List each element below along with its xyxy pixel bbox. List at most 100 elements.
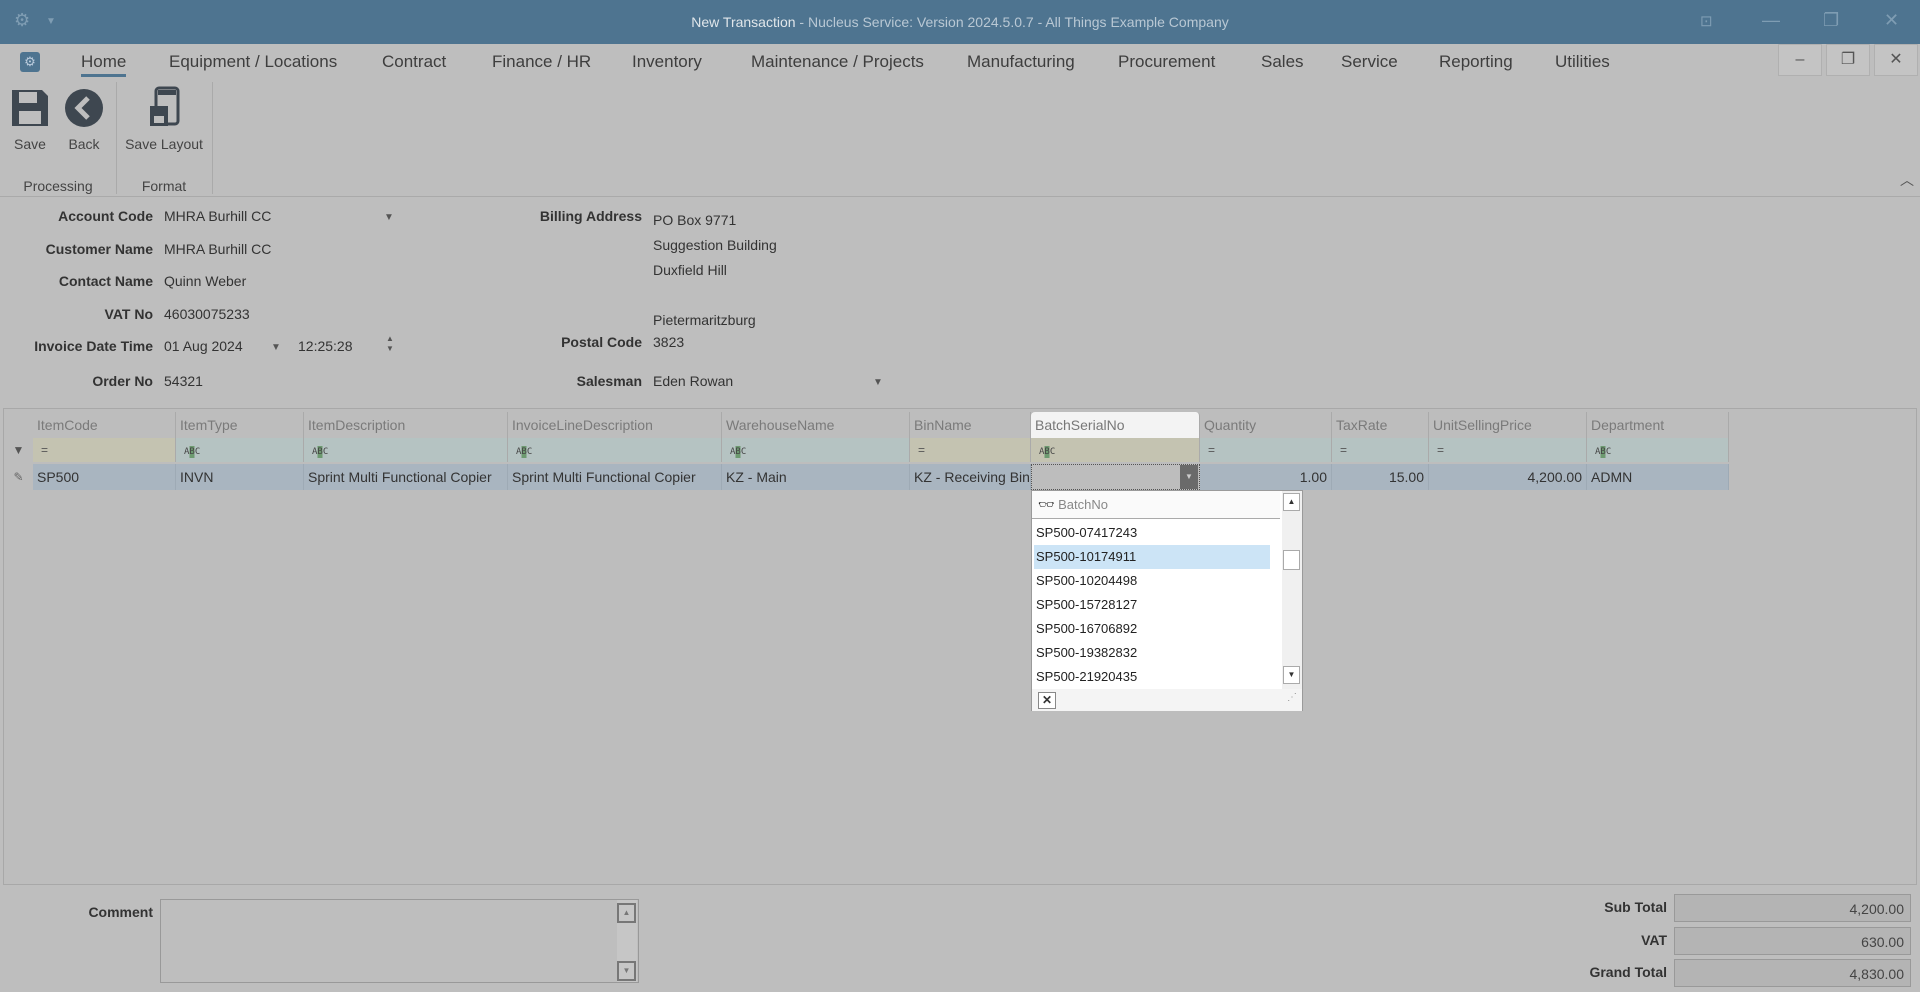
filter-cell-quantity[interactable]: = <box>1200 438 1332 462</box>
filter-icon[interactable]: ▼ <box>4 438 33 462</box>
vat-no-label: VAT No <box>104 306 153 322</box>
restore-window-icon[interactable]: ❐ <box>1823 10 1839 31</box>
batch-item[interactable]: SP500-16706892 <box>1034 617 1270 641</box>
column-header-quantity[interactable]: Quantity <box>1200 412 1332 438</box>
invoice-date-field[interactable]: 01 Aug 2024 <box>164 338 243 354</box>
vat-no-field[interactable]: 46030075233 <box>164 306 250 322</box>
tab-home[interactable]: Home <box>81 52 127 77</box>
date-dropdown-icon[interactable]: ▼ <box>271 342 281 353</box>
filter-cell-department[interactable]: ABC <box>1587 438 1729 462</box>
cell-invoicelinedescription[interactable]: Sprint Multi Functional Copier <box>508 464 722 490</box>
comment-textarea[interactable]: ▲ ▼ <box>160 899 639 983</box>
chevron-down-icon[interactable]: ▼ <box>384 212 394 223</box>
column-header-warehousename[interactable]: WarehouseName <box>722 412 910 438</box>
order-no-field[interactable]: 54321 <box>164 373 203 389</box>
edit-row-pencil-icon: ✎ <box>13 470 24 484</box>
batch-lookup-popup: 👓︎ BatchNo SP500-07417243 SP500-10174911… <box>1031 490 1303 711</box>
column-header-batchserialno[interactable]: BatchSerialNo <box>1031 412 1200 438</box>
binoculars-icon: 👓︎ <box>1038 497 1055 512</box>
minimize-window-icon[interactable]: — <box>1762 10 1780 31</box>
filter-cell-taxrate[interactable]: = <box>1332 438 1429 462</box>
ribbon: Save Back Save Layout Processing Format … <box>0 82 1920 197</box>
tab-inventory[interactable]: Inventory <box>632 52 702 72</box>
cell-itemtype[interactable]: INVN <box>176 464 304 490</box>
column-header-invoicelinedescription[interactable]: InvoiceLineDescription <box>508 412 722 438</box>
tab-equipment-locations[interactable]: Equipment / Locations <box>169 52 337 72</box>
column-header-itemcode[interactable]: ItemCode <box>33 412 176 438</box>
tab-reporting[interactable]: Reporting <box>1439 52 1513 72</box>
tab-service[interactable]: Service <box>1341 52 1398 72</box>
batch-item-selected[interactable]: SP500-10174911 <box>1034 545 1270 569</box>
group-processing-label: Processing <box>23 178 93 194</box>
invoice-time-field[interactable]: 12:25:28 <box>298 338 353 354</box>
cell-binname[interactable]: KZ - Receiving Bin <box>910 464 1031 490</box>
collapse-ribbon-icon[interactable]: ︿ <box>1900 170 1914 190</box>
scroll-thumb[interactable] <box>1283 550 1300 570</box>
cell-itemcode[interactable]: SP500 <box>33 464 176 490</box>
clear-close-icon[interactable]: ✕ <box>1038 692 1056 709</box>
app-menu-icon[interactable]: ⚙ <box>20 52 40 72</box>
account-code-select[interactable]: MHRA Burhill CC <box>164 208 400 224</box>
tab-contract[interactable]: Contract <box>382 52 446 72</box>
save-layout-button[interactable]: Save Layout <box>122 86 206 152</box>
batch-dropdown-button[interactable]: ▼ <box>1180 465 1198 489</box>
contact-name-field[interactable]: Quinn Weber <box>164 273 246 289</box>
pin-icon[interactable]: ⊡ <box>1700 12 1713 30</box>
batch-item[interactable]: SP500-07417243 <box>1034 521 1270 545</box>
salesman-label: Salesman <box>576 373 642 389</box>
tab-manufacturing[interactable]: Manufacturing <box>967 52 1075 72</box>
column-header-binname[interactable]: BinName <box>910 412 1031 438</box>
billing-address-field[interactable]: PO Box 9771 Suggestion Building Duxfield H… <box>653 208 777 333</box>
batch-item[interactable]: SP500-10204498 <box>1034 569 1270 593</box>
scroll-down-icon[interactable]: ▼ <box>1283 666 1300 684</box>
filter-cell-binname[interactable]: = <box>910 438 1031 462</box>
scroll-up-icon[interactable]: ▲ <box>617 903 636 923</box>
batch-item[interactable]: SP500-19382832 <box>1034 641 1270 665</box>
tab-finance-hr[interactable]: Finance / HR <box>492 52 591 72</box>
chevron-down-icon[interactable]: ▼ <box>873 377 883 388</box>
cell-quantity[interactable]: 1.00 <box>1200 464 1332 490</box>
mdi-restore-button[interactable]: ❐ <box>1826 44 1870 76</box>
filter-cell-invoicelinedescription[interactable]: ABC <box>508 438 722 462</box>
cell-warehousename[interactable]: KZ - Main <box>722 464 910 490</box>
column-header-itemdescription[interactable]: ItemDescription <box>304 412 508 438</box>
comment-label: Comment <box>88 904 153 920</box>
filter-cell-itemdescription[interactable]: ABC <box>304 438 508 462</box>
batch-item[interactable]: SP500-15728127 <box>1034 593 1270 617</box>
customer-name-field[interactable]: MHRA Burhill CC <box>164 241 271 257</box>
back-button[interactable]: Back <box>62 86 106 152</box>
text-filter-icon: ABC <box>730 446 747 458</box>
time-spinner-icon[interactable]: ▲ ▼ <box>386 334 394 354</box>
salesman-select[interactable]: Eden Rowan <box>653 373 883 389</box>
scroll-up-icon[interactable]: ▲ <box>1283 493 1300 511</box>
filter-cell-warehousename[interactable]: ABC <box>722 438 910 462</box>
batch-item[interactable]: SP500-21920435 <box>1034 665 1270 689</box>
tab-utilities[interactable]: Utilities <box>1555 52 1610 72</box>
scroll-down-icon[interactable]: ▼ <box>617 961 636 981</box>
filter-cell-itemtype[interactable]: ABC <box>176 438 304 462</box>
cell-itemdescription[interactable]: Sprint Multi Functional Copier <box>304 464 508 490</box>
cell-unitsellingprice[interactable]: 4,200.00 <box>1429 464 1587 490</box>
column-header-itemtype[interactable]: ItemType <box>176 412 304 438</box>
cell-taxrate[interactable]: 15.00 <box>1332 464 1429 490</box>
filter-cell-unitsellingprice[interactable]: = <box>1429 438 1587 462</box>
billing-address-label: Billing Address <box>539 208 642 224</box>
tab-procurement[interactable]: Procurement <box>1118 52 1215 72</box>
postal-code-field[interactable]: 3823 <box>653 334 684 350</box>
column-header-taxrate[interactable]: TaxRate <box>1332 412 1429 438</box>
mdi-minimize-button[interactable]: – <box>1778 44 1822 76</box>
close-window-icon[interactable]: ✕ <box>1884 10 1899 31</box>
cell-batchserialno-editor[interactable] <box>1031 464 1200 490</box>
column-header-department[interactable]: Department <box>1587 412 1729 438</box>
filter-cell-batchserialno[interactable]: ABC <box>1031 438 1200 462</box>
batch-search-input[interactable]: 👓︎ BatchNo <box>1032 491 1280 519</box>
popup-scrollbar[interactable]: ▲ ▼ <box>1282 491 1302 689</box>
filter-cell-itemcode[interactable]: = <box>33 438 176 462</box>
mdi-close-button[interactable]: ✕ <box>1874 44 1918 76</box>
save-button[interactable]: Save <box>8 86 52 152</box>
tab-maintenance-projects[interactable]: Maintenance / Projects <box>751 52 924 72</box>
cell-department[interactable]: ADMN <box>1587 464 1729 490</box>
resize-grip-icon[interactable]: ⋰ <box>1287 692 1297 703</box>
column-header-unitsellingprice[interactable]: UnitSellingPrice <box>1429 412 1587 438</box>
tab-sales[interactable]: Sales <box>1261 52 1304 72</box>
